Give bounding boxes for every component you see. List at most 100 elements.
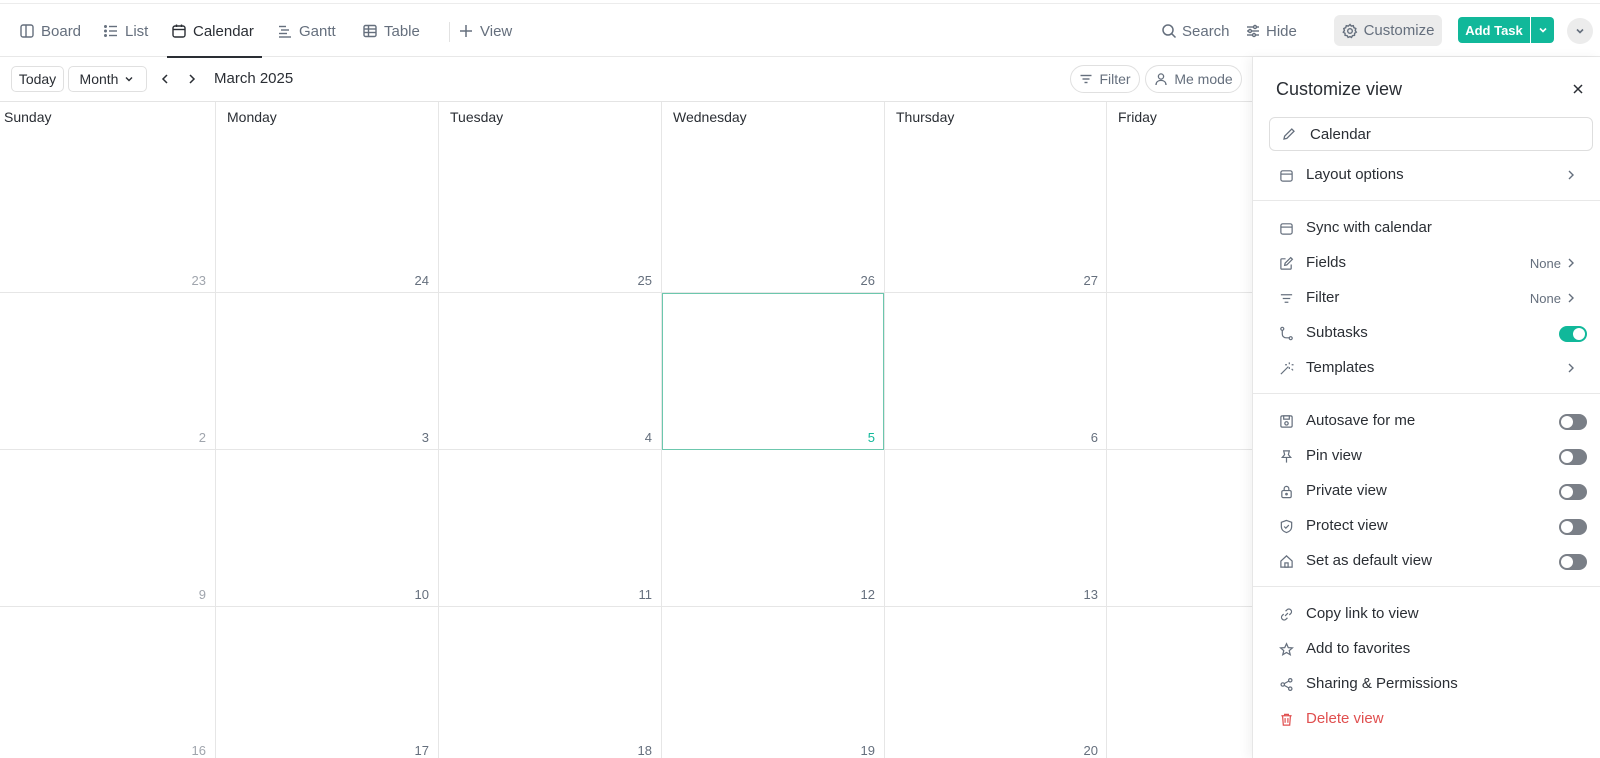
add-favorites-label: Add to favorites [1306,640,1411,657]
autosave-label: Autosave for me [1306,412,1416,429]
sharing-item[interactable]: Sharing & Permissions [1253,669,1600,699]
autosave-item[interactable]: Autosave for me [1253,406,1600,436]
private-view-label: Private view [1306,482,1387,499]
day-cell-number[interactable]: 17 [389,743,429,758]
day-cell-number[interactable]: 3 [389,430,429,445]
private-view-toggle[interactable] [1559,484,1587,500]
fields-item[interactable]: Fields None [1253,248,1600,278]
chevron-right-icon [1565,291,1579,305]
calendar-icon [1278,220,1294,236]
filter-button[interactable]: Filter [1070,65,1140,93]
subtasks-label: Subtasks [1306,324,1368,341]
autosave-toggle[interactable] [1559,414,1587,430]
view-name-input[interactable]: Calendar [1269,117,1593,151]
chevron-down-icon [1538,27,1547,33]
me-mode-button[interactable]: Me mode [1145,65,1242,93]
top-edge [0,0,1600,4]
day-cell-number[interactable]: 18 [612,743,652,758]
day-cell-number[interactable]: 12 [835,587,875,602]
pin-view-toggle[interactable] [1559,449,1587,465]
day-cell-number[interactable]: 6 [1058,430,1098,445]
month-mode-label: Month [79,71,119,87]
fields-label: Fields [1306,254,1347,271]
filter-item[interactable]: Filter None [1253,283,1600,313]
protect-view-item[interactable]: Protect view [1253,511,1600,541]
tab-gantt-label: Gantt [299,22,336,40]
me-mode-label: Me mode [1174,71,1233,87]
day-cell-number[interactable]: 23 [166,273,206,288]
copy-link-item[interactable]: Copy link to view [1253,599,1600,629]
plus-icon [460,25,472,37]
tab-gantt[interactable]: Gantt [277,5,336,57]
shield-icon [1278,518,1294,534]
pin-view-item[interactable]: Pin view [1253,441,1600,471]
protect-view-toggle[interactable] [1559,519,1587,535]
month-title: March 2025 [214,70,294,87]
add-view-button[interactable]: View [458,5,512,57]
tab-list[interactable]: List [103,5,148,57]
day-cell-number[interactable]: 10 [389,587,429,602]
tab-board-label: Board [41,22,82,40]
day-cell-number[interactable]: 13 [1058,587,1098,602]
customize-view-panel: Customize view Calendar Layout options S… [1252,57,1600,758]
weekday-header: Thursday [896,109,955,125]
customize-button[interactable]: Customize [1334,15,1442,46]
next-month-button[interactable] [183,70,201,88]
chevron-right-icon [1565,256,1579,270]
subtasks-item[interactable]: Subtasks [1253,318,1600,348]
more-options-button[interactable] [1567,18,1593,44]
panel-divider [1253,393,1600,394]
gantt-icon [279,25,291,38]
day-cell-number[interactable]: 27 [1058,273,1098,288]
sync-calendar-item[interactable]: Sync with calendar [1253,213,1600,243]
day-cell-number[interactable]: 24 [389,273,429,288]
chevron-left-icon [161,74,168,84]
calendar-icon [1278,167,1294,183]
day-cell-number[interactable]: 20 [1058,743,1098,758]
tab-board[interactable]: Board [19,5,81,57]
day-cell-number[interactable]: 25 [612,273,652,288]
day-cell-number[interactable]: 11 [612,587,653,602]
today-date-number[interactable]: 5 [835,430,875,445]
add-task-button[interactable]: Add Task [1458,17,1530,43]
layout-options-item[interactable]: Layout options [1253,160,1600,190]
tab-table[interactable]: Table [362,5,420,57]
day-cell-number[interactable]: 26 [835,273,875,288]
hide-label: Hide [1266,22,1297,40]
copy-link-label: Copy link to view [1306,605,1419,622]
row-divider [0,449,1252,450]
weekday-header: Monday [227,109,277,125]
trash-icon [1278,711,1294,727]
prev-month-button[interactable] [156,70,174,88]
tab-calendar[interactable]: Calendar [167,5,262,58]
subtasks-toggle[interactable] [1559,326,1587,342]
search-button[interactable]: Search [1161,5,1230,57]
board-icon [20,24,34,38]
list-icon [104,25,117,37]
day-cell-number[interactable]: 19 [835,743,875,758]
day-cell-number[interactable]: 4 [612,430,652,445]
delete-view-item[interactable]: Delete view [1253,704,1600,734]
day-cell-number[interactable]: 16 [166,743,206,758]
default-view-toggle[interactable] [1559,554,1587,570]
private-view-item[interactable]: Private view [1253,476,1600,506]
close-panel-button[interactable] [1570,81,1586,97]
layout-options-label: Layout options [1306,166,1404,183]
panel-divider [1253,200,1600,201]
chevron-right-icon [1565,361,1579,375]
pencil-icon [1283,128,1295,140]
weekday-header: Sunday [4,109,52,125]
day-cell-number[interactable]: 9 [166,587,206,602]
calendar-icon [172,24,186,38]
day-cell-number[interactable]: 2 [166,430,206,445]
customize-label: Customize [1363,22,1435,39]
today-button[interactable]: Today [11,66,64,92]
add-task-dropdown[interactable] [1531,17,1554,43]
add-favorites-item[interactable]: Add to favorites [1253,634,1600,664]
default-view-item[interactable]: Set as default view [1253,546,1600,576]
month-mode-select[interactable]: Month [68,66,147,92]
today-cell[interactable] [662,293,884,450]
hide-button[interactable]: Hide [1245,5,1297,57]
templates-item[interactable]: Templates [1253,353,1600,383]
panel-title: Customize view [1276,79,1403,99]
